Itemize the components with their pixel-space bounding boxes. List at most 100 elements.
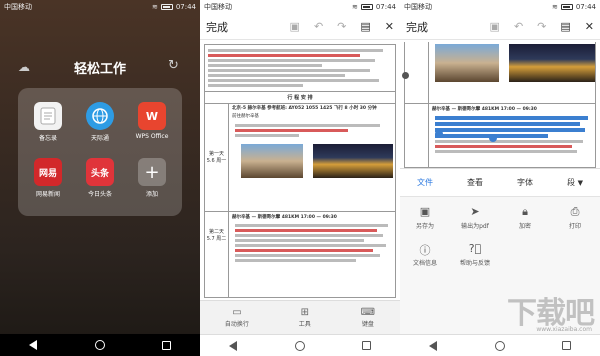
doc-info-button[interactable]: ⓘ 文档信息 <box>400 242 450 267</box>
wifi-icon: ≋ <box>151 3 158 11</box>
tools-button[interactable]: ⊞ 工具 <box>299 307 311 328</box>
done-button[interactable]: 完成 <box>206 19 228 35</box>
app-globe[interactable]: 天际通 <box>76 102 124 142</box>
home-button[interactable] <box>93 338 107 352</box>
chevron-down-icon: ▼ <box>577 179 583 187</box>
tab-file[interactable]: 文件 <box>400 177 450 188</box>
pages-icon[interactable]: ▤ <box>560 20 570 33</box>
save-as-button[interactable]: ▣ 另存为 <box>400 205 450 230</box>
redo-icon[interactable]: ↷ <box>337 20 346 33</box>
back-icon <box>29 340 38 350</box>
recents-button[interactable] <box>360 339 374 353</box>
tab-paragraph-label: 段 <box>567 178 576 187</box>
home-screen-panel: 中国移动 ≋ 07:44 ☁ 轻松工作 ↻ 备忘录 天际通 W WPS Offi… <box>0 0 200 356</box>
redo-icon[interactable]: ↷ <box>537 20 546 33</box>
selected-heading: 赫尔辛基 — 斯德哥尔摩 481KM 17:00 — 09:30 <box>432 107 537 112</box>
save-icon[interactable]: ▣ <box>290 20 300 33</box>
tab-paragraph[interactable]: 段 ▼ <box>550 177 600 188</box>
nav-bar <box>0 334 200 356</box>
carrier-label: 中国移动 <box>4 3 32 11</box>
recents-icon <box>362 341 372 350</box>
back-icon <box>229 340 238 351</box>
back-icon <box>429 340 438 351</box>
day-date: 5.7 周二 <box>206 236 227 242</box>
day-title: 赫尔辛基 — 斯德哥尔摩 481KM 17:00 — 09:30 <box>232 215 337 220</box>
status-bar: 中国移动 ≋ 07:44 <box>200 0 400 14</box>
grid-icon: ⊞ <box>300 307 309 318</box>
app-add[interactable]: + 添加 <box>128 158 176 198</box>
home-icon <box>294 340 305 351</box>
back-button[interactable] <box>226 339 240 353</box>
home-button[interactable] <box>493 339 507 353</box>
globe-icon <box>86 102 114 130</box>
app-label: 今日头条 <box>87 191 112 198</box>
battery-icon <box>160 4 173 10</box>
keyboard-button[interactable]: ⌨ 键盘 <box>361 307 375 328</box>
tool-label: 自动换行 <box>224 321 249 328</box>
tool-label: 工具 <box>298 321 311 328</box>
back-button[interactable] <box>426 339 440 353</box>
watermark-url: www.xiazaiba.com <box>536 326 592 333</box>
cursor-handle[interactable] <box>402 72 409 79</box>
day-subtitle: 前往赫尔辛基 <box>232 114 259 119</box>
tab-font[interactable]: 字体 <box>500 177 550 188</box>
photo-city-night[interactable] <box>313 144 393 178</box>
clock: 07:44 <box>575 3 596 11</box>
selection-handle-end[interactable] <box>489 134 497 142</box>
close-icon[interactable]: ✕ <box>585 20 594 33</box>
text-selection[interactable] <box>432 114 593 155</box>
encrypt-button[interactable]: 🔒︎ 加密 <box>500 205 550 230</box>
wrap-icon: ▭ <box>232 307 242 318</box>
recents-button[interactable] <box>560 339 574 353</box>
recents-icon <box>562 341 572 350</box>
carrier-label: 中国移动 <box>404 3 432 11</box>
plus-icon: + <box>138 158 166 186</box>
tab-view[interactable]: 查看 <box>450 177 500 188</box>
save-as-icon: ▣ <box>419 205 431 218</box>
nav-bar <box>200 334 400 356</box>
document-page[interactable]: 行 程 安 排 第一天 5.6 周一 北京-5 赫尔辛基 参考航班: AY052… <box>204 44 396 298</box>
tool-label: 键盘 <box>361 321 374 328</box>
menu-tabs: 文件 查看 字体 段 ▼ <box>400 169 600 197</box>
refresh-icon[interactable]: ↻ <box>168 58 179 73</box>
done-button[interactable]: 完成 <box>406 19 428 35</box>
export-pdf-button[interactable]: ➤ 输出为pdf <box>450 205 500 230</box>
app-label: 备忘录 <box>38 135 57 142</box>
app-wps[interactable]: W WPS Office <box>128 102 176 140</box>
photo-city-night[interactable] <box>509 44 595 82</box>
menu-item-label: 另存为 <box>415 223 434 230</box>
print-button[interactable]: ⎙ 打印 <box>550 205 600 230</box>
help-feedback-button[interactable]: ?⃝ 帮助与反馈 <box>450 242 500 267</box>
app-notes[interactable]: 备忘录 <box>24 102 72 142</box>
app-netease[interactable]: 网易 网易新闻 <box>24 158 72 198</box>
app-toutiao[interactable]: 头条 今日头条 <box>76 158 124 198</box>
photo-cathedral[interactable] <box>435 44 499 82</box>
recents-button[interactable] <box>160 338 174 352</box>
nav-bar <box>400 334 600 356</box>
undo-icon[interactable]: ↶ <box>314 20 323 33</box>
selection-handle-start[interactable] <box>435 130 443 138</box>
back-button[interactable] <box>26 338 40 352</box>
home-button[interactable] <box>293 339 307 353</box>
save-icon[interactable]: ▣ <box>490 20 500 33</box>
menu-item-label: 打印 <box>568 223 581 230</box>
close-icon[interactable]: ✕ <box>385 20 394 33</box>
document-page[interactable]: 赫尔辛基 — 斯德哥尔摩 481KM 17:00 — 09:30 <box>404 42 596 168</box>
wrap-button[interactable]: ▭ 自动换行 <box>225 307 249 328</box>
wps-icon: W <box>138 102 166 130</box>
status-bar: 中国移动 ≋ 07:44 <box>400 0 600 14</box>
editor-panel: 中国移动 ≋ 07:44 完成 ▣ ↶ ↷ ▤ ✕ 行 程 安 排 第一天 5.… <box>200 0 400 356</box>
day-row: 第二天 5.7 周二 赫尔辛基 — 斯德哥尔摩 481KM 17:00 — 09… <box>205 212 395 297</box>
pages-icon[interactable]: ▤ <box>360 20 370 33</box>
app-label: 网易新闻 <box>35 191 60 198</box>
day-label: 第二天 <box>208 229 224 235</box>
keyboard-icon: ⌨ <box>360 307 376 318</box>
file-menu-panel: 中国移动 ≋ 07:44 完成 ▣ ↶ ↷ ▤ ✕ 赫尔辛基 — 斯德哥尔摩 4… <box>400 0 600 356</box>
undo-icon[interactable]: ↶ <box>514 20 523 33</box>
status-bar: 中国移动 ≋ 07:44 <box>0 0 200 14</box>
menu-item-label: 加密 <box>518 223 531 230</box>
photo-cathedral[interactable] <box>241 144 303 178</box>
carrier-label: 中国移动 <box>204 3 232 11</box>
home-icon <box>94 340 105 350</box>
help-icon: ?⃝ <box>468 242 482 255</box>
